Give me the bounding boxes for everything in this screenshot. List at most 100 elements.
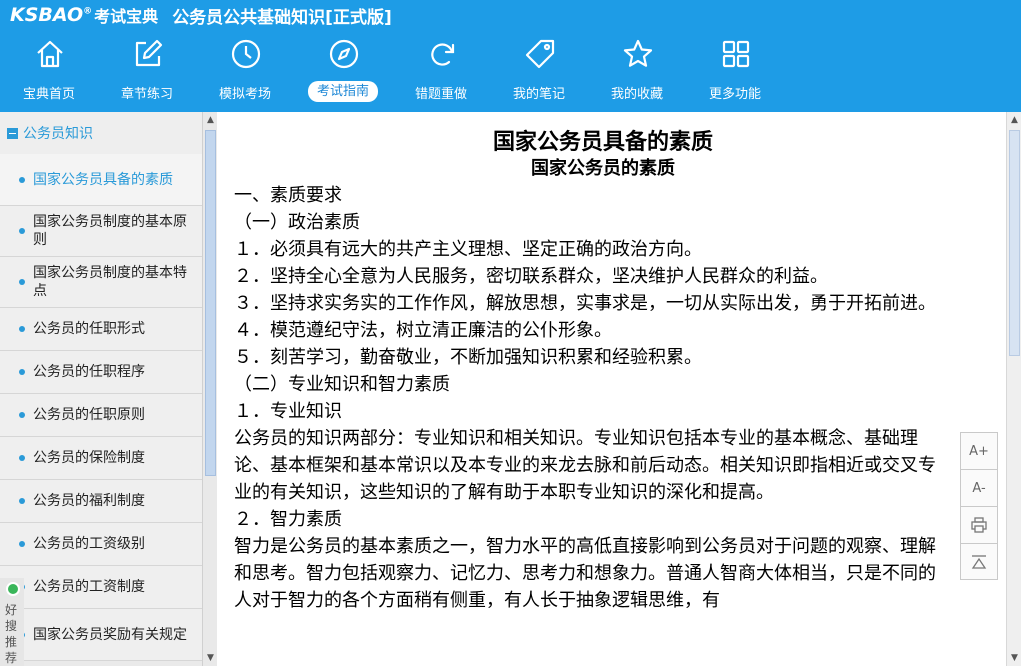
- sidebar-item-label: 公务员的保险制度: [33, 450, 145, 466]
- sidebar: 公务员知识 国家公务员具备的素质 国家公务员制度的基本原则 国家公务员制度的基本…: [0, 112, 217, 666]
- nav-my-notes-label: 我的笔记: [512, 87, 565, 102]
- sidebar-item-basic-features[interactable]: 国家公务员制度的基本特点: [0, 257, 202, 308]
- bullet-icon: [19, 279, 25, 285]
- sidebar-item-salary-grades[interactable]: 公务员的工资级别: [0, 523, 202, 566]
- document-body: 一、素质要求 （一）政治素质 １．必须具有远大的共产主义理想、坚定正确的政治方向…: [234, 182, 939, 614]
- nav-chapter-practice[interactable]: 章节练习: [98, 34, 196, 106]
- sidebar-item-label: 公务员的任职形式: [33, 321, 145, 337]
- bullet-icon: [19, 455, 25, 461]
- main-nav: 宝典首页 章节练习 模拟考场 考试指南 错题重做 我的笔记 我的收藏 更多功能: [0, 34, 784, 106]
- reader-tools: A+ A-: [960, 432, 998, 580]
- promo-widget[interactable]: 好搜推荐: [0, 578, 24, 666]
- title-bar: KSBAO® 考试宝典 公务员公共基础知识[正式版]: [0, 0, 1021, 30]
- bullet-icon: [19, 176, 25, 183]
- paragraph: ２．坚持全心全意为人民服务，密切联系群众，坚决维护人民群众的利益。: [234, 266, 828, 287]
- grid-icon: [722, 40, 750, 68]
- sidebar-scroll-thumb[interactable]: [205, 130, 216, 476]
- paragraph: ４．模范遵纪守法，树立清正廉洁的公仆形象。: [234, 320, 612, 341]
- sidebar-item-welfare[interactable]: 公务员的福利制度: [0, 480, 202, 523]
- sidebar-scrollbar[interactable]: ▲ ▼: [202, 112, 217, 666]
- promo-icon: [6, 582, 20, 596]
- sidebar-item-appointment-procedure[interactable]: 公务员的任职程序: [0, 351, 202, 394]
- sidebar-item-insurance[interactable]: 公务员的保险制度: [0, 437, 202, 480]
- document-view: 国家公务员具备的素质 国家公务员的素质 一、素质要求 （一）政治素质 １．必须具…: [218, 112, 1006, 666]
- sidebar-header[interactable]: 公务员知识: [0, 112, 202, 154]
- sidebar-item-label: 公务员的工资制度: [33, 579, 145, 595]
- promo-label: 好搜推荐: [5, 603, 18, 665]
- nav-more-functions[interactable]: 更多功能: [686, 34, 784, 106]
- sidebar-item-label: 国家公务员制度的基本原则: [33, 214, 187, 248]
- sidebar-item-basic-principles[interactable]: 国家公务员制度的基本原则: [0, 206, 202, 257]
- nav-redo-mistakes[interactable]: 错题重做: [392, 34, 490, 106]
- sidebar-item-label: 国家公务员奖励有关规定: [33, 626, 187, 643]
- star-icon: [623, 39, 653, 67]
- sidebar-item-salary-system[interactable]: 公务员的工资制度: [0, 566, 202, 609]
- document-subtitle: 国家公务员的素质: [531, 158, 675, 179]
- sidebar-item-appointment-forms[interactable]: 公务员的任职形式: [0, 308, 202, 351]
- sidebar-item-rewards[interactable]: 国家公务员奖励有关规定: [0, 609, 202, 661]
- bullet-icon: [19, 541, 25, 547]
- refresh-icon: [431, 43, 455, 66]
- bullet-icon: [19, 369, 25, 375]
- paragraph: 智力是公务员的基本素质之一，智力水平的高低直接影响到公务员对于问题的观察、理解和…: [234, 536, 936, 611]
- print-icon: [971, 517, 987, 533]
- nav-exam-guide[interactable]: 考试指南: [294, 34, 392, 106]
- app-title: 公务员公共基础知识[正式版]: [172, 7, 392, 28]
- sidebar-list: 国家公务员具备的素质 国家公务员制度的基本原则 国家公务员制度的基本特点 公务员…: [0, 154, 202, 661]
- nav-home-label: 宝典首页: [22, 87, 75, 102]
- print-button[interactable]: [960, 506, 998, 543]
- bullet-icon: [19, 498, 25, 504]
- nav-exam-guide-label: 考试指南: [308, 81, 378, 102]
- scroll-down-icon[interactable]: ▼: [204, 651, 217, 665]
- collapse-icon[interactable]: [7, 127, 18, 139]
- paragraph: ２．智力素质: [234, 509, 342, 530]
- app-header: KSBAO® 考试宝典 公务员公共基础知识[正式版] 宝典首页 章节练习 模拟考…: [0, 0, 1021, 112]
- nav-my-favorites-label: 我的收藏: [610, 87, 663, 102]
- sidebar-item-appointment-principles[interactable]: 公务员的任职原则: [0, 394, 202, 437]
- scroll-down-icon[interactable]: ▼: [1008, 651, 1021, 665]
- home-icon: [37, 40, 63, 68]
- scroll-up-icon[interactable]: ▲: [204, 113, 217, 127]
- nav-more-functions-label: 更多功能: [708, 87, 761, 102]
- bullet-icon: [19, 228, 25, 234]
- edit-icon: [135, 39, 163, 67]
- sidebar-item-label: 国家公务员具备的素质: [33, 171, 173, 188]
- clock-icon: [231, 39, 261, 69]
- sidebar-item-label: 公务员的任职原则: [33, 407, 145, 423]
- paragraph: ３．坚持求实务实的工作作风，解放思想，实事求是，一切从实际出发，勇于开拓前进。: [234, 293, 936, 314]
- paragraph: １．必须具有远大的共产主义理想、坚定正确的政治方向。: [234, 239, 702, 260]
- compass-icon: [329, 39, 359, 69]
- font-increase-button[interactable]: A+: [960, 432, 998, 469]
- document-scroll-thumb[interactable]: [1009, 130, 1020, 356]
- nav-my-notes[interactable]: 我的笔记: [490, 34, 588, 106]
- font-decrease-button[interactable]: A-: [960, 469, 998, 506]
- scroll-up-icon[interactable]: ▲: [1008, 113, 1021, 127]
- paragraph: 一、素质要求: [234, 185, 342, 206]
- paragraph: （二）专业知识和智力素质: [234, 374, 450, 395]
- document-title: 国家公务员具备的素质: [492, 130, 713, 155]
- nav-chapter-practice-label: 章节练习: [120, 87, 173, 102]
- sidebar-item-label: 公务员的任职程序: [33, 364, 145, 380]
- paragraph: （一）政治素质: [234, 212, 360, 233]
- back-to-top-button[interactable]: [960, 543, 998, 580]
- nav-redo-mistakes-label: 错题重做: [414, 87, 467, 102]
- bullet-icon: [19, 326, 25, 332]
- sidebar-item-label: 公务员的工资级别: [33, 536, 145, 552]
- nav-mock-exam-label: 模拟考场: [218, 87, 271, 102]
- sidebar-item-label: 公务员的福利制度: [33, 493, 145, 509]
- sidebar-header-label: 公务员知识: [23, 126, 93, 142]
- bullet-icon: [19, 412, 25, 418]
- logo: KSBAO®: [10, 4, 93, 26]
- logo-chinese: 考试宝典: [94, 7, 159, 26]
- nav-home[interactable]: 宝典首页: [0, 34, 98, 106]
- document-scrollbar[interactable]: ▲ ▼: [1006, 112, 1021, 666]
- paragraph: ５．刻苦学习，勤奋敬业，不断加强知识积累和经验积累。: [234, 347, 702, 368]
- nav-my-favorites[interactable]: 我的收藏: [588, 34, 686, 106]
- paragraph: １．专业知识: [234, 401, 342, 422]
- nav-mock-exam[interactable]: 模拟考场: [196, 34, 294, 106]
- sidebar-item-qualities[interactable]: 国家公务员具备的素质: [0, 154, 202, 206]
- back-to-top-icon: [971, 554, 987, 569]
- paragraph: 公务员的知识两部分：专业知识和相关知识。专业知识包括本专业的基本概念、基础理论、…: [234, 428, 936, 503]
- tag-icon: [525, 39, 555, 69]
- sidebar-item-label: 国家公务员制度的基本特点: [33, 265, 187, 299]
